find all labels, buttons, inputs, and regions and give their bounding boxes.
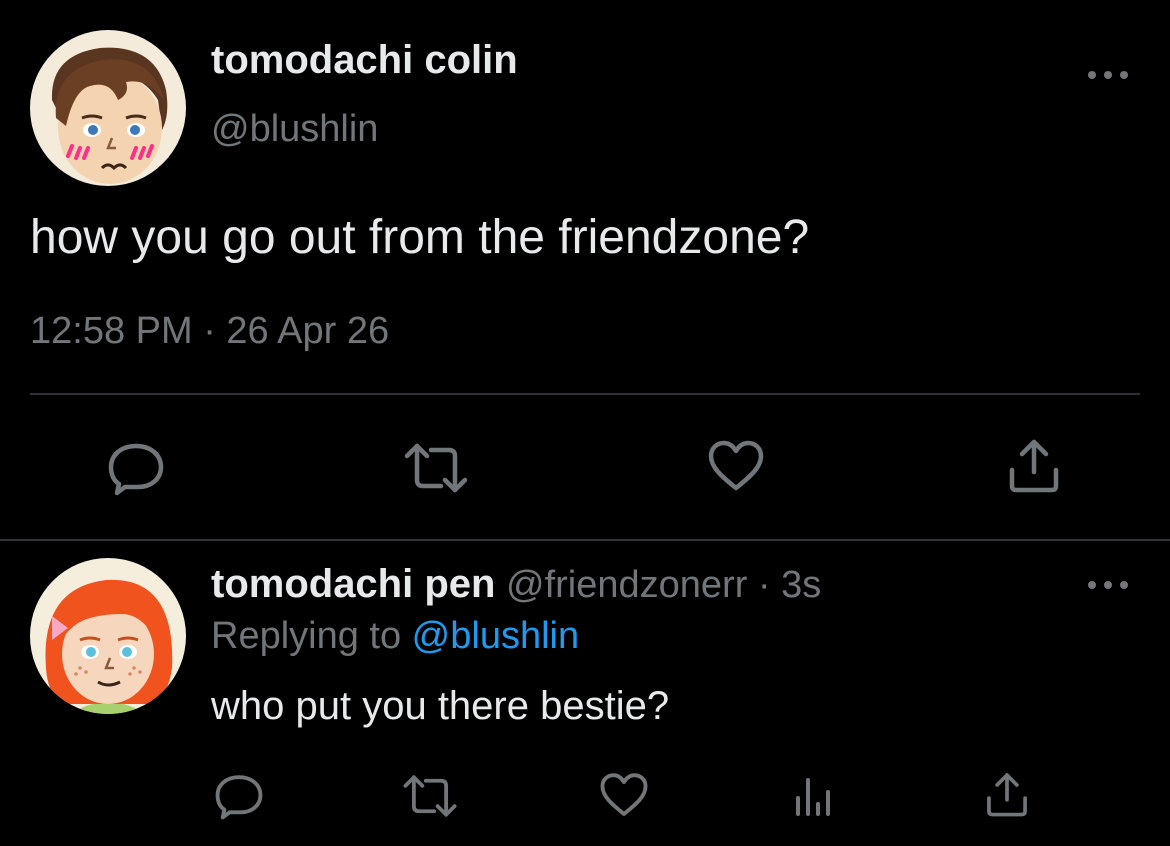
reply-tweet-display-name[interactable]: tomodachi pen — [211, 562, 495, 606]
reply-tweet-time[interactable]: 3s — [781, 564, 821, 606]
reply-tweet-handle[interactable]: @friendzonerr — [506, 564, 747, 606]
replying-to-line: Replying to @blushlin — [211, 615, 579, 658]
reply-icon[interactable] — [107, 440, 165, 496]
divider — [30, 393, 1140, 395]
divider — [0, 539, 1170, 541]
like-heart-icon[interactable] — [599, 772, 649, 818]
reply-tweet-header: tomodachi pen @friendzonerr · 3s — [211, 562, 821, 607]
retweet-icon[interactable] — [402, 772, 458, 820]
tomodachi-girl-avatar-icon — [30, 558, 186, 714]
share-icon[interactable] — [984, 770, 1030, 818]
share-icon[interactable] — [1006, 436, 1062, 494]
reply-tweet-text: who put you there bestie? — [211, 684, 670, 728]
replying-to-label: Replying to — [211, 615, 412, 657]
main-tweet-display-name[interactable]: tomodachi colin — [211, 38, 518, 83]
main-tweet-handle[interactable]: @blushlin — [211, 108, 378, 151]
analytics-bar-chart-icon[interactable] — [792, 776, 836, 818]
more-options-icon[interactable] — [1088, 578, 1128, 592]
replying-to-handle-link[interactable]: @blushlin — [412, 615, 579, 657]
tomodachi-boy-avatar-icon — [30, 30, 186, 186]
main-tweet-text: how you go out from the friendzone? — [30, 211, 810, 264]
header-separator: · — [747, 564, 782, 606]
retweet-icon[interactable] — [403, 440, 469, 496]
more-options-icon[interactable] — [1088, 68, 1128, 82]
main-tweet-avatar[interactable] — [30, 30, 186, 186]
main-tweet-timestamp[interactable]: 12:58 PM · 26 Apr 26 — [30, 310, 389, 353]
reply-icon[interactable] — [214, 772, 264, 820]
reply-tweet-avatar[interactable] — [30, 558, 186, 714]
like-heart-icon[interactable] — [707, 440, 765, 492]
